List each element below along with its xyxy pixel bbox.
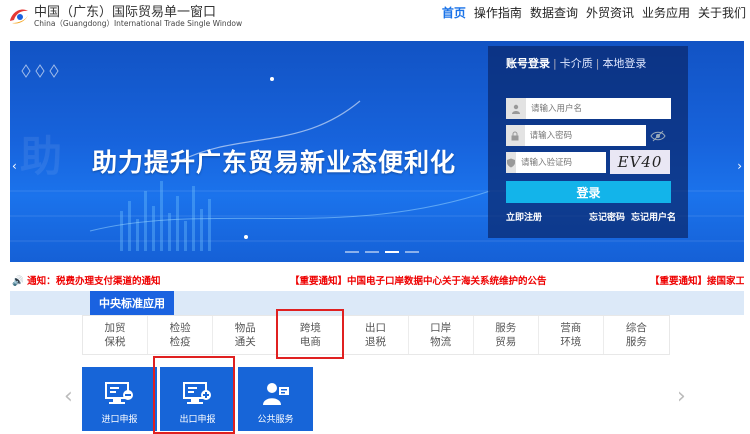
tile-import-declaration[interactable]: 进口申报 [82, 367, 157, 431]
banner-next-icon[interactable]: › [737, 159, 742, 173]
notice-label: 🔊 通知： [12, 276, 56, 287]
menu-item-goods-clearance[interactable]: 物品 通关 [213, 316, 279, 354]
carousel-dot[interactable] [405, 251, 419, 253]
nav-data-query[interactable]: 数据查询 [530, 4, 578, 21]
notice-item[interactable]: 税费办理支付渠道的通知 [56, 273, 161, 287]
banner-headline: 助力提升广东贸易新业态便利化 [92, 148, 457, 177]
user-icon [506, 98, 526, 119]
tab-card-medium[interactable]: 卡介质 [560, 57, 593, 70]
tile-label: 进口申报 [101, 415, 138, 425]
login-tabs: 账号登录 | 卡介质 | 本地登录 [506, 57, 647, 70]
menu-item-service-trade[interactable]: 服务 贸易 [474, 316, 539, 354]
username-field [506, 98, 671, 119]
tab-account-login[interactable]: 账号登录 [506, 57, 550, 70]
login-panel: 账号登录|卡介质|本地登录 EV40 登录 立即注册 忘 [488, 46, 688, 238]
eye-off-icon[interactable] [650, 128, 666, 144]
logo-subtitle: China（Guangdong）International Trade Sing… [34, 19, 243, 28]
highlight-box-cross-border [276, 309, 344, 359]
nav-trade-news[interactable]: 外贸资讯 [586, 4, 634, 21]
notice-item[interactable]: 【重要通知】中国电子口岸数据中心关于海关系统维护的公告 [290, 273, 547, 287]
highlight-box-export [153, 356, 235, 434]
top-nav: 首页 操作指南 数据查询 外贸资讯 业务应用 关于我们 [442, 4, 746, 21]
menu-item-processing-bonded[interactable]: 加贸 保税 [83, 316, 149, 354]
captcha-field [506, 152, 627, 173]
menu-item-integrated-services[interactable]: 综合 服务 [604, 316, 669, 354]
page: 中国（广东）国际贸易单一窗口 China（Guangdong）Internati… [0, 0, 750, 434]
nav-business-apps[interactable]: 业务应用 [642, 4, 690, 21]
menu-item-inspection-quarantine[interactable]: 检验 检疫 [148, 316, 214, 354]
service-person-icon [263, 383, 289, 405]
register-link[interactable]: 立即注册 [506, 210, 542, 223]
tab-central-standard-apps[interactable]: 中央标准应用 [90, 291, 174, 320]
forgot-password-link[interactable]: 忘记密码 [589, 210, 625, 223]
category-menu: 加贸 保税 检验 检疫 物品 通关 跨境 电商 出口 退税 口岸 物流 服务 贸易 营商 环境 … [82, 315, 670, 355]
chevron-right-icon[interactable]: › [677, 384, 686, 409]
carousel-dot[interactable] [345, 251, 359, 253]
password-field [506, 125, 646, 146]
menu-item-business-environment[interactable]: 营商 环境 [539, 316, 604, 354]
header: 中国（广东）国际贸易单一窗口 China（Guangdong）Internati… [0, 0, 750, 38]
carousel-dot[interactable] [365, 251, 379, 253]
svg-text:助: 助 [20, 132, 62, 181]
menu-item-export-tax-rebate[interactable]: 出口 退税 [343, 316, 409, 354]
shield-icon [506, 152, 516, 173]
carousel-dots [345, 251, 419, 253]
nav-home[interactable]: 首页 [442, 4, 466, 21]
nav-guide[interactable]: 操作指南 [474, 4, 522, 21]
tab-local-login[interactable]: 本地登录 [602, 57, 646, 70]
chevron-left-icon[interactable]: ‹ [64, 384, 73, 409]
banner-prev-icon[interactable]: ‹ [12, 159, 17, 173]
monitor-import-icon [105, 382, 133, 404]
captcha-image[interactable]: EV40 [610, 150, 670, 174]
menu-item-port-logistics[interactable]: 口岸 物流 [409, 316, 474, 354]
speaker-icon: 🔊 [12, 276, 24, 287]
tile-public-services[interactable]: 公共服务 [238, 367, 313, 431]
carousel-dot-active[interactable] [385, 251, 399, 253]
forgot-username-link[interactable]: 忘记用户名 [631, 210, 676, 223]
tile-label: 公共服务 [257, 415, 294, 425]
logo-icon[interactable] [6, 3, 32, 29]
notice-item[interactable]: 【重要通知】接国家工 [650, 273, 744, 287]
notice-bar: 🔊 通知： 税费办理支付渠道的通知 【重要通知】中国电子口岸数据中心关于海关系统… [10, 270, 744, 288]
username-input[interactable] [526, 99, 656, 118]
lock-icon [506, 125, 525, 146]
password-input[interactable] [524, 126, 646, 145]
login-button[interactable]: 登录 [506, 181, 671, 203]
nav-about[interactable]: 关于我们 [698, 4, 746, 21]
